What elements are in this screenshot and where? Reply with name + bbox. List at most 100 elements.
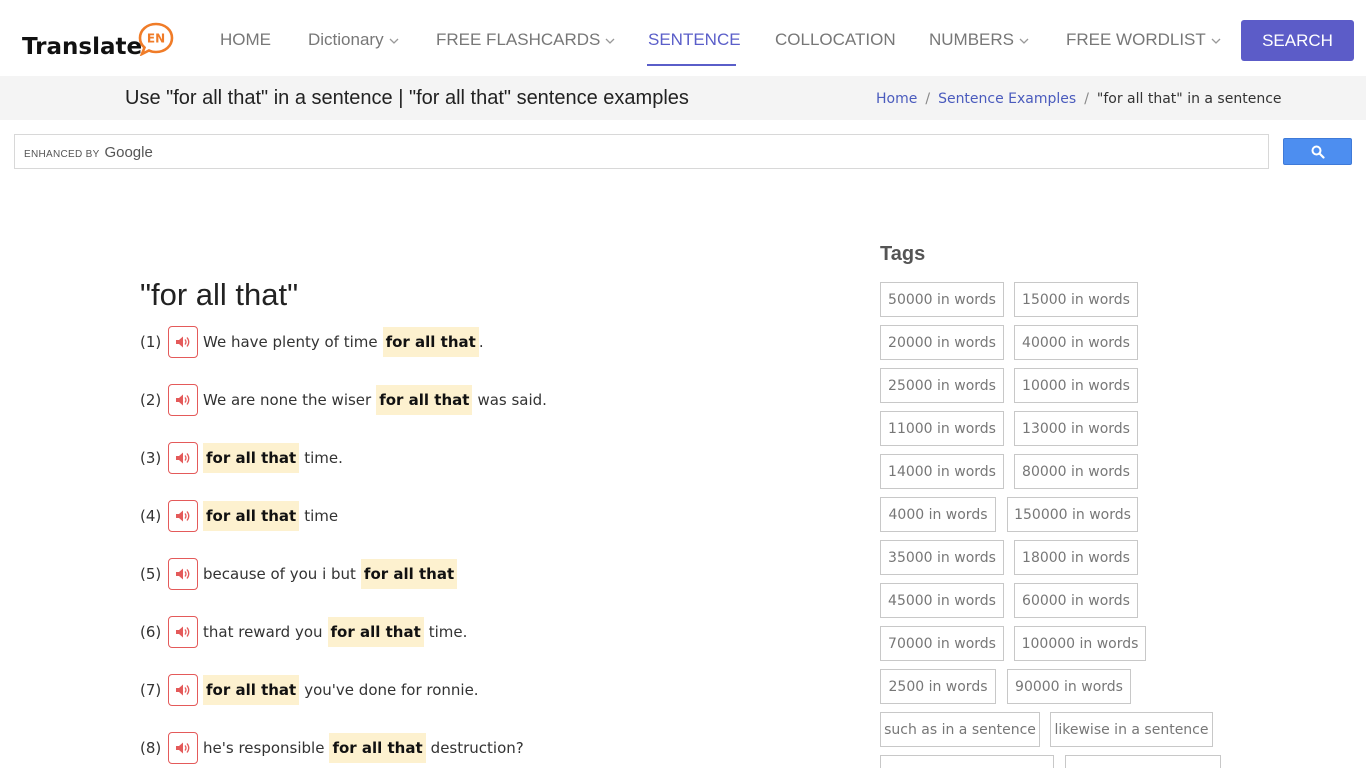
tag-link[interactable]: such as in a sentence [880, 712, 1040, 747]
nav-free-flashcards[interactable]: FREE FLASHCARDS [436, 30, 616, 50]
nav-active-underline [647, 64, 736, 66]
tag-link[interactable]: 80000 in words [1014, 454, 1138, 489]
breadcrumb-current: "for all that" in a sentence [1096, 91, 1282, 107]
tag-link[interactable]: 11000 in words [880, 411, 1004, 446]
breadcrumb-home[interactable]: Home [876, 91, 917, 107]
site-header: Translate EN HOME Dictionary FREE FLASHC… [0, 0, 1366, 76]
audio-play-button[interactable] [168, 674, 198, 706]
sentence-text-before: because of you i but [203, 565, 356, 583]
speaker-icon [176, 684, 190, 696]
tag-link[interactable] [880, 755, 1054, 768]
chevron-down-icon [1211, 38, 1221, 44]
tag-link[interactable]: likewise in a sentence [1050, 712, 1213, 747]
sentence-row: (6) that reward you for all that time. [140, 616, 467, 648]
speaker-icon [176, 568, 190, 580]
breadcrumb-sentence-examples[interactable]: Sentence Examples [938, 91, 1076, 107]
nav-numbers[interactable]: NUMBERS [929, 30, 1030, 50]
sentence-text-before: that reward you [203, 623, 323, 641]
sentence-number: (7) [140, 681, 162, 699]
sentence-text-after: time. [428, 623, 468, 641]
highlighted-phrase: for all that [382, 327, 479, 357]
sentence-row: (5) because of you i but for all that [140, 558, 461, 590]
tag-link[interactable]: 50000 in words [880, 282, 1004, 317]
nav-free-wordlist[interactable]: FREE WORDLIST [1066, 30, 1222, 50]
highlighted-phrase: for all that [327, 617, 424, 647]
speaker-icon [176, 394, 190, 406]
word-heading: "for all that" [140, 277, 299, 312]
tag-link[interactable]: 35000 in words [880, 540, 1004, 575]
tag-link[interactable]: 13000 in words [1014, 411, 1138, 446]
page-title: Use "for all that" in a sentence | "for … [125, 87, 689, 109]
speaker-icon [176, 336, 190, 348]
sentence-text-before: We have plenty of time [203, 333, 378, 351]
tag-link[interactable]: 18000 in words [1014, 540, 1138, 575]
highlighted-phrase: for all that [376, 385, 473, 415]
audio-play-button[interactable] [168, 442, 198, 474]
sentence-number: (1) [140, 333, 162, 351]
tag-link[interactable] [1065, 755, 1221, 768]
tag-link[interactable]: 45000 in words [880, 583, 1004, 618]
audio-play-button[interactable] [168, 384, 198, 416]
nav-numbers-label: NUMBERS [929, 30, 1015, 49]
tag-link[interactable]: 20000 in words [880, 325, 1004, 360]
tag-link[interactable]: 150000 in words [1007, 497, 1138, 532]
audio-play-button[interactable] [168, 732, 198, 764]
audio-play-button[interactable] [168, 558, 198, 590]
tag-link[interactable]: 60000 in words [1014, 583, 1138, 618]
audio-play-button[interactable] [168, 500, 198, 532]
nav-dictionary[interactable]: Dictionary [308, 30, 400, 50]
highlighted-phrase: for all that [203, 675, 300, 705]
sentence-row: (3) for all that time. [140, 442, 343, 474]
nav-home[interactable]: HOME [220, 30, 271, 50]
tag-link[interactable]: 4000 in words [880, 497, 996, 532]
tag-link[interactable]: 70000 in words [880, 626, 1004, 661]
tag-link[interactable]: 100000 in words [1014, 626, 1146, 661]
sentence-text-after: time [304, 507, 339, 525]
chevron-down-icon [389, 38, 399, 44]
nav-sentence[interactable]: SENTENCE [648, 30, 741, 50]
google-enhanced-label: ENHANCED BY Google [24, 144, 153, 161]
enhanced-by-text: ENHANCED BY [24, 149, 100, 160]
tag-link[interactable]: 15000 in words [1014, 282, 1138, 317]
highlighted-phrase: for all that [360, 559, 458, 589]
sentence-number: (2) [140, 391, 162, 409]
sentence-number: (5) [140, 565, 162, 583]
tag-link[interactable]: 40000 in words [1014, 325, 1138, 360]
breadcrumb-separator: / [925, 91, 931, 107]
highlighted-phrase: for all that [329, 733, 426, 763]
sentence-number: (4) [140, 507, 162, 525]
nav-dictionary-label: Dictionary [308, 30, 384, 49]
sentence-number: (3) [140, 449, 162, 467]
nav-free-flashcards-label: FREE FLASHCARDS [436, 30, 601, 49]
sentence-text-after: time. [304, 449, 343, 467]
speaker-icon [176, 742, 190, 754]
nav-free-wordlist-label: FREE WORDLIST [1066, 30, 1206, 49]
title-bar: Use "for all that" in a sentence | "for … [0, 76, 1366, 120]
search-button[interactable]: SEARCH [1241, 20, 1354, 61]
sentence-text-after: . [478, 333, 484, 351]
tag-link[interactable]: 90000 in words [1007, 669, 1131, 704]
sentence-text-after: you've done for ronnie. [304, 681, 479, 699]
google-brand: Google [104, 144, 153, 161]
sentence-row: (1) We have plenty of time for all that. [140, 326, 484, 358]
tag-link[interactable]: 14000 in words [880, 454, 1004, 489]
sentence-number: (6) [140, 623, 162, 641]
nav-collocation[interactable]: COLLOCATION [775, 30, 896, 50]
tag-link[interactable]: 2500 in words [880, 669, 996, 704]
google-search-button[interactable] [1283, 138, 1352, 165]
highlighted-phrase: for all that [203, 501, 300, 531]
sentence-text-before: We are none the wiser [203, 391, 372, 409]
search-icon [1311, 145, 1325, 159]
sentence-row: (7) for all that you've done for ronnie. [140, 674, 479, 706]
audio-play-button[interactable] [168, 616, 198, 648]
sentence-text-after: destruction? [430, 739, 524, 757]
sentence-text-after: was said. [477, 391, 547, 409]
speaker-icon [176, 510, 190, 522]
breadcrumb: Home / Sentence Examples / "for all that" in… [876, 91, 1282, 107]
tag-link[interactable]: 10000 in words [1014, 368, 1138, 403]
google-search-input[interactable]: ENHANCED BY Google [14, 134, 1269, 169]
site-logo[interactable]: Translate EN [22, 22, 182, 62]
audio-play-button[interactable] [168, 326, 198, 358]
speaker-icon [176, 452, 190, 464]
tag-link[interactable]: 25000 in words [880, 368, 1004, 403]
